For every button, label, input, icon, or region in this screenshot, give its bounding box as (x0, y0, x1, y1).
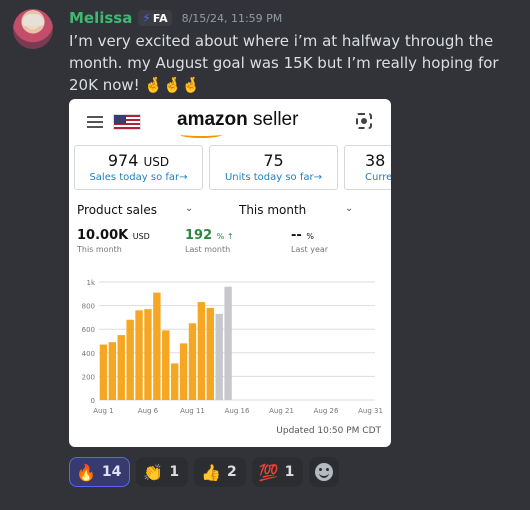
sales-today-link: Sales today so far (89, 172, 180, 183)
x-tick-label: Aug 31 (358, 407, 383, 415)
x-tick-label: Aug 1 (93, 407, 113, 415)
scan-icon (356, 113, 372, 129)
message-text: I’m very excited about where i’m at half… (69, 32, 499, 94)
units-today-card: 75 Units today so far→ (209, 145, 338, 190)
y-tick-label: 0 (91, 397, 95, 405)
updated-label: Updated 10:50 PM CDT (276, 426, 381, 436)
guild-tag[interactable]: ⚡ FA (138, 10, 172, 26)
chart-bar (126, 319, 134, 400)
x-tick-label: Aug 16 (225, 407, 250, 415)
amazon-seller-logo: amazon seller (177, 109, 298, 138)
metric-selector: Product sales (77, 203, 157, 217)
metric-last-year: -- % Last year (291, 228, 329, 254)
chart-bar (108, 342, 117, 400)
chevron-down-icon: ⌄ (345, 203, 354, 214)
seller-topbar: amazon seller (69, 99, 391, 141)
chart-bar (99, 344, 108, 400)
chart-bar (197, 302, 206, 400)
add-reaction-button[interactable] (309, 457, 340, 487)
y-tick-label: 400 (82, 350, 95, 358)
fire-emoji: 🔥 (76, 462, 96, 482)
chart-bar (206, 307, 214, 400)
reaction-count: 14 (101, 464, 122, 480)
avatar[interactable] (13, 9, 53, 49)
chart-bar (117, 335, 125, 400)
reaction-count: 1 (169, 464, 180, 480)
sales-bar-chart: 1k 800 600 400 200 0 Aug 1 Aug 6 Aug 11 Aug 16 Aug… (82, 279, 383, 415)
chevron-down-icon: ⌄ (185, 203, 194, 214)
reactions-bar: 🔥 14 👏 1 👍 2 💯 1 (69, 457, 340, 487)
smiley-icon (315, 463, 334, 481)
username[interactable]: Melissa (69, 9, 132, 27)
chart-bar (162, 330, 170, 400)
third-stat-card: 38 Curre (344, 145, 391, 190)
hamburger-menu-icon (87, 116, 103, 128)
units-today-link: Units today so far (224, 172, 314, 183)
guild-tag-label: FA (152, 11, 168, 25)
x-tick-label: Aug 26 (314, 407, 339, 415)
y-tick-label: 800 (82, 303, 95, 311)
x-tick-label: Aug 21 (269, 407, 294, 415)
chart-bar (224, 286, 232, 400)
chart-bar (179, 343, 188, 400)
reaction-count: 1 (284, 464, 295, 480)
chart-bar (135, 310, 143, 400)
thumbs-up-emoji: 👍 (201, 462, 221, 482)
clap-emoji: 👏 (143, 462, 164, 482)
period-selector: This month (239, 203, 307, 217)
chart-bar (215, 313, 223, 400)
chart-bar (188, 323, 197, 400)
reaction-hundred[interactable]: 💯 1 (251, 457, 304, 487)
metric-last-month: 192 % ↑ Last month (185, 228, 234, 254)
y-tick-label: 600 (82, 326, 95, 334)
chart-bar (170, 363, 179, 400)
reaction-thumbs-up[interactable]: 👍 2 (194, 457, 246, 487)
third-stat-link: Curre (365, 172, 391, 183)
chart-bar (153, 292, 161, 400)
image-attachment[interactable]: amazon seller 974 USD Sales today so far… (69, 99, 391, 447)
x-tick-label: Aug 6 (138, 407, 159, 415)
reaction-fire[interactable]: 🔥 14 (69, 457, 131, 487)
chart-bar (144, 309, 152, 400)
timestamp: 8/15/24, 11:59 PM (181, 11, 283, 25)
hundred-emoji: 💯 (258, 462, 279, 482)
lightning-bolt-icon: ⚡ (142, 11, 151, 25)
reaction-count: 2 (227, 464, 237, 480)
y-tick-label: 1k (86, 279, 95, 287)
us-flag-icon (113, 114, 141, 130)
message-header: Melissa ⚡ FA 8/15/24, 11:59 PM (69, 8, 282, 28)
sales-today-card: 974 USD Sales today so far→ (74, 145, 203, 190)
y-tick-label: 200 (82, 373, 95, 381)
reaction-clap[interactable]: 👏 1 (136, 457, 189, 487)
x-tick-label: Aug 11 (180, 407, 205, 415)
metric-this-month: 10.00K USD This month (77, 228, 150, 254)
